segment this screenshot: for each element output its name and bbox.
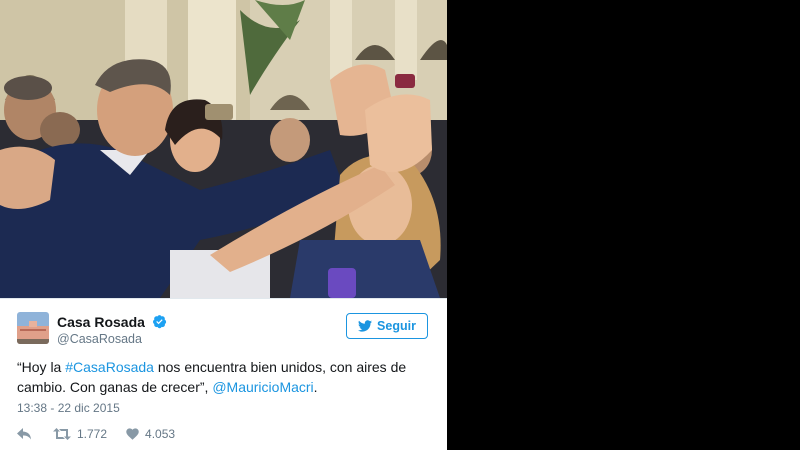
tweet-text: “Hoy la #CasaRosada nos encuentra bien u…	[17, 357, 432, 397]
tweet-actions: 1.772 4.053	[17, 426, 175, 442]
author-avatar[interactable]	[17, 312, 49, 344]
follow-button[interactable]: Seguir	[346, 313, 428, 339]
twitter-bird-icon	[358, 320, 373, 332]
tweet-timestamp[interactable]: 13:38 - 22 dic 2015	[17, 401, 120, 415]
tweet-text-end: .	[313, 379, 318, 395]
reply-icon	[17, 428, 31, 440]
tweet-photo[interactable]	[0, 0, 447, 298]
author-handle[interactable]: @CasaRosada	[57, 332, 142, 346]
retweet-button[interactable]: 1.772	[53, 427, 107, 441]
retweet-count: 1.772	[77, 427, 108, 441]
like-count: 4.053	[145, 427, 176, 441]
embedded-tweet-card: Casa Rosada @CasaRosada Seguir “Hoy la #…	[0, 0, 447, 450]
photo-divider	[0, 298, 447, 299]
hashtag-link[interactable]: #CasaRosada	[65, 359, 154, 375]
like-button[interactable]: 4.053	[126, 427, 175, 441]
reply-button[interactable]	[17, 428, 32, 440]
heart-icon	[126, 428, 139, 440]
follow-button-label: Seguir	[377, 319, 416, 333]
mention-link[interactable]: @MauricioMacri	[212, 379, 313, 395]
author-name[interactable]: Casa Rosada	[57, 314, 145, 330]
verified-badge-icon	[153, 315, 167, 329]
retweet-icon	[53, 428, 71, 440]
tweet-text-start: “Hoy la	[17, 359, 66, 375]
